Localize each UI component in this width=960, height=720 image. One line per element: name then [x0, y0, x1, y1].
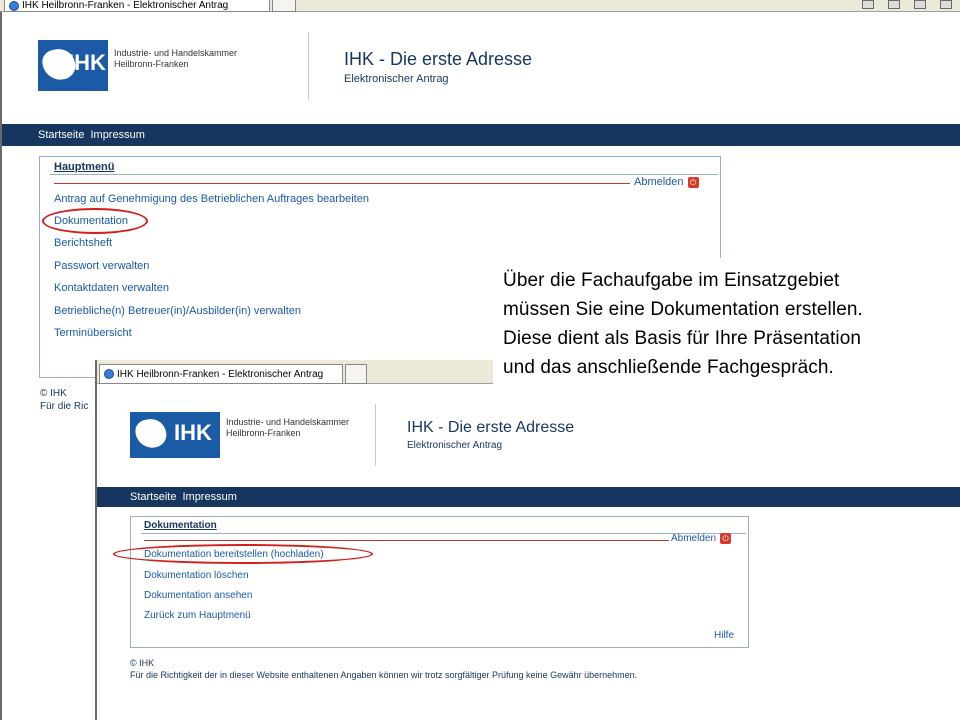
nav-startseite-2[interactable]: Startseite [130, 491, 176, 503]
power-icon: ⏻ [687, 176, 699, 188]
help-link[interactable]: Hilfe [714, 630, 734, 641]
callout-line-1: Über die Fachaufgabe im Einsatzgebiet [503, 270, 840, 291]
footer-copyright-2: © IHK [130, 658, 155, 668]
footer-2: © IHK Für die Richtigkeit der in dieser … [130, 657, 637, 681]
menu-item-view[interactable]: Dokumentation ansehen [144, 590, 252, 601]
nav-bar: Startseite Impressum [2, 124, 960, 146]
header-divider-2 [375, 404, 376, 466]
site-title-2: IHK - Die erste Adresse [407, 419, 575, 436]
new-tab-button-2[interactable] [345, 364, 367, 384]
callout-line-2: müssen Sie eine Dokumentation erstellen. [503, 299, 863, 320]
org-name-line1: Industrie- und Handelskammer [114, 47, 238, 58]
documentation-menu-box: Dokumentation Abmelden ⏻ Dokumentation b… [130, 516, 749, 648]
browser-tab-strip: IHK Heilbronn-Franken - Elektronischer A… [0, 0, 960, 12]
logout-label-2: Abmelden [671, 533, 717, 544]
documentation-page: IHK Heilbronn-Franken - Elektronischer A… [95, 360, 960, 720]
site-subtitle: Elektronischer Antrag [344, 73, 449, 85]
browser-tab-title-2: IHK Heilbronn-Franken - Elektronischer A… [117, 368, 324, 380]
menu-item-betreuer[interactable]: Betriebliche(n) Betreuer(in)/Ausbilder(i… [54, 305, 301, 317]
browser-tab[interactable]: IHK Heilbronn-Franken - Elektronischer A… [4, 0, 270, 12]
documentation-menu-heading: Dokumentation [144, 520, 217, 531]
menu-item-antrag[interactable]: Antrag auf Genehmigung des Betrieblichen… [54, 193, 369, 205]
org-name-line1-2: Industrie- und Handelskammer [226, 417, 350, 427]
menu-item-back[interactable]: Zurück zum Hauptmenü [144, 610, 251, 621]
logout-link-2[interactable]: Abmelden ⏻ [671, 533, 732, 544]
menu-item-termine[interactable]: Terminübersicht [54, 327, 132, 339]
ihk-logo[interactable]: IHK Industrie- und Handelskammer Heilbro… [38, 40, 237, 91]
explanation-callout: Über die Fachaufgabe im Einsatzgebiet mü… [493, 258, 960, 386]
ie-icon [104, 369, 114, 379]
browser-tab-title: IHK Heilbronn-Franken - Elektronischer A… [22, 0, 229, 11]
browser-toolbar-icons [862, 0, 952, 9]
power-icon: ⏻ [720, 533, 732, 544]
browser-tab-2[interactable]: IHK Heilbronn-Franken - Elektronischer A… [99, 364, 343, 384]
region-map-icon [133, 416, 169, 451]
logout-divider-2 [144, 540, 669, 541]
highlight-ellipse-dokumentation [42, 208, 148, 234]
print-icon[interactable] [888, 0, 900, 9]
org-name-line2-2: Heilbronn-Franken [226, 428, 301, 438]
footer-disclaimer-2: Für die Richtigkeit der in dieser Websit… [130, 670, 638, 680]
ihk-logo-2[interactable]: IHK Industrie- und Handelskammer Heilbro… [130, 412, 349, 458]
logo-abbr-2: IHK [174, 420, 212, 445]
footer: © IHK Für die Ric [40, 387, 88, 413]
logo-abbr: IHK [68, 50, 106, 75]
new-tab-button[interactable] [272, 0, 296, 12]
main-menu-heading: Hauptmenü [54, 161, 115, 173]
header-divider [308, 32, 309, 100]
site-subtitle-2: Elektronischer Antrag [407, 440, 503, 451]
menu-item-delete[interactable]: Dokumentation löschen [144, 570, 249, 581]
menu-item-passwort[interactable]: Passwort verwalten [54, 260, 149, 272]
logout-link[interactable]: Abmelden ⏻ [634, 176, 699, 188]
logout-divider [54, 183, 630, 184]
tools-icon[interactable] [940, 0, 952, 9]
page-icon[interactable] [914, 0, 926, 9]
nav-impressum[interactable]: Impressum [90, 129, 144, 141]
nav-bar-2: Startseite Impressum [97, 487, 960, 507]
heading-divider-2 [141, 533, 746, 534]
site-title: IHK - Die erste Adresse [344, 49, 533, 69]
nav-startseite[interactable]: Startseite [38, 129, 84, 141]
callout-line-4: und das anschließende Fachgespräch. [503, 357, 834, 378]
heading-divider [50, 174, 718, 175]
org-name-line2: Heilbronn-Franken [114, 58, 189, 69]
menu-item-kontaktdaten[interactable]: Kontaktdaten verwalten [54, 282, 169, 294]
logout-label: Abmelden [634, 176, 684, 188]
feed-icon[interactable] [862, 0, 874, 9]
highlight-ellipse-upload [113, 544, 373, 564]
callout-line-3: Diese dient als Basis für Ihre Präsentat… [503, 328, 862, 349]
footer-disclaimer: Für die Ric [40, 401, 89, 412]
ie-icon [9, 0, 19, 11]
menu-item-berichtsheft[interactable]: Berichtsheft [54, 237, 112, 249]
nav-impressum-2[interactable]: Impressum [182, 491, 236, 503]
footer-copyright: © IHK [40, 388, 67, 399]
